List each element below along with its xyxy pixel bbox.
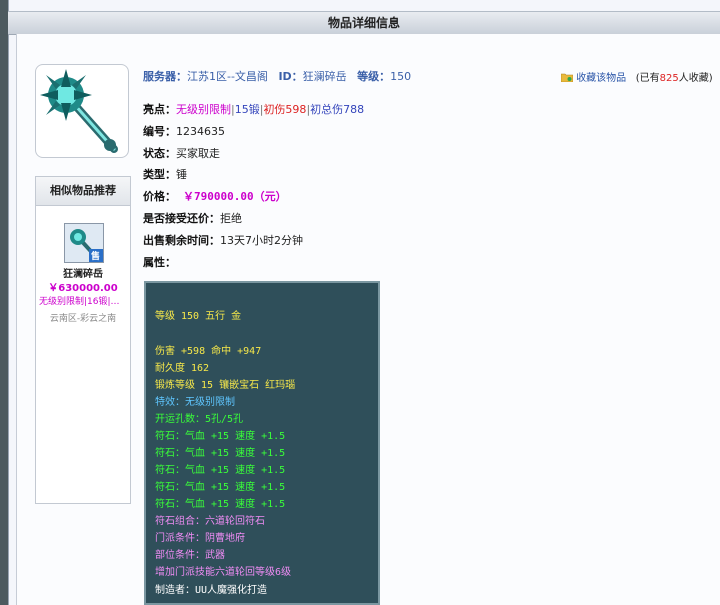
mace-weapon-icon — [38, 67, 126, 155]
page-title: 物品详细信息 — [8, 11, 720, 35]
price-row: 价格： ￥790000.00（元） — [143, 188, 287, 204]
serial-value: 1234635 — [176, 125, 225, 138]
remaining-time-label: 出售剩余时间： — [143, 234, 220, 247]
price-value: ￥790000.00（元） — [183, 190, 287, 203]
tooltip-line: 等级 150 五行 金 — [155, 311, 242, 322]
highlights-label: 亮点： — [143, 103, 176, 116]
server-value: 江苏1区--文昌阁 — [187, 70, 268, 83]
price-label: 价格： — [143, 190, 176, 203]
tooltip-line: 符石：气血 +15 速度 +1.5 — [155, 482, 286, 493]
tooltip-line: 耐久度 162 — [155, 363, 210, 374]
favorite-suffix: 人收藏) — [678, 73, 713, 84]
tooltip-line: 锻炼等级 15 镶嵌宝石 红玛瑙 — [155, 380, 296, 391]
tooltip-line: 符石：气血 +15 速度 +1.5 — [155, 448, 286, 459]
type-label: 类型： — [143, 168, 176, 181]
favorite-count: 825 — [659, 73, 679, 84]
sale-badge-label: 售 — [91, 252, 101, 262]
favorite-area: 收藏该物品 (已有825人收藏) — [560, 69, 713, 84]
type-value: 锤 — [176, 168, 187, 181]
tooltip-line: 开运孔数：5孔/5孔 — [155, 414, 244, 425]
level-label: 等级： — [357, 70, 391, 83]
tooltip-line: 符石组合：六道轮回符石 — [155, 516, 265, 527]
status-value: 买家取走 — [176, 147, 220, 160]
item-image[interactable] — [35, 64, 129, 158]
tooltip-line: 符石：气血 +15 速度 +1.5 — [155, 465, 286, 476]
status-label: 状态： — [143, 147, 176, 160]
remaining-time-row: 出售剩余时间：13天7小时2分钟 — [143, 232, 303, 248]
tooltip-line: 部位条件：武器 — [155, 550, 225, 561]
attributes-tooltip: 等级 150 五行 金 伤害 +598 命中 +947 耐久度 162 锻炼等级… — [144, 281, 380, 605]
counter-offer-row: 是否接受还价：拒绝 — [143, 210, 242, 226]
highlight-forge: 15锻 — [234, 103, 260, 116]
similar-item-desc: 无级别限制|16锻|… — [39, 297, 120, 307]
favorite-link[interactable]: 收藏该物品 — [576, 73, 626, 84]
serial-row: 编号：1234635 — [143, 123, 225, 139]
similar-item-price: ￥630000.00 — [48, 283, 118, 294]
tooltip-line: 符石：气血 +15 速度 +1.5 — [155, 499, 286, 510]
id-value: 狂澜碎岳 — [302, 70, 347, 83]
tooltip-line: 特效：无级别限制 — [155, 397, 235, 408]
highlight-no-level: 无级别限制 — [176, 103, 231, 116]
item-header: 服务器：江苏1区--文昌阁 ID：狂澜碎岳 等级：150 — [143, 68, 411, 84]
tooltip-line: 增加门派技能六道轮回等级6级 — [155, 567, 292, 578]
folder-favorite-icon — [560, 73, 574, 83]
attributes-row: 属性： — [143, 254, 176, 270]
highlight-init-dmg: 初伤598 — [263, 103, 307, 116]
id-label: ID： — [278, 70, 303, 83]
similar-item-server: 云南区-彩云之南 — [49, 314, 117, 324]
counter-offer-value: 拒绝 — [220, 212, 242, 225]
tooltip-line: 门派条件：阴曹地府 — [155, 533, 245, 544]
remaining-time-value: 13天7小时2分钟 — [220, 234, 303, 247]
tooltip-line: 符石：气血 +15 速度 +1.5 — [155, 431, 286, 442]
similar-items-title: 相似物品推荐 — [36, 177, 130, 206]
similar-item-name[interactable]: 狂澜碎岳 — [36, 265, 130, 280]
similar-items-panel: 相似物品推荐 售 狂澜碎岳 ￥630000.00 无级别限制|16锻|… 云南区… — [35, 176, 131, 504]
tooltip-line: 伤害 +598 命中 +947 — [155, 346, 262, 357]
level-value: 150 — [390, 70, 412, 83]
serial-label: 编号： — [143, 125, 176, 138]
type-row: 类型：锤 — [143, 166, 187, 182]
status-row: 状态：买家取走 — [143, 145, 220, 161]
attributes-label: 属性： — [143, 256, 176, 269]
similar-item-thumbnail[interactable]: 售 — [64, 223, 104, 263]
server-label: 服务器： — [143, 70, 187, 83]
counter-offer-label: 是否接受还价： — [143, 212, 220, 225]
highlight-total-dmg: 初总伤788 — [310, 103, 365, 116]
favorite-prefix: (已有 — [635, 73, 660, 84]
tooltip-line: 制造者：UU人魔强化打造 — [155, 585, 268, 596]
highlights-row: 亮点：无级别限制|15锻|初伤598|初总伤788 — [143, 101, 364, 117]
